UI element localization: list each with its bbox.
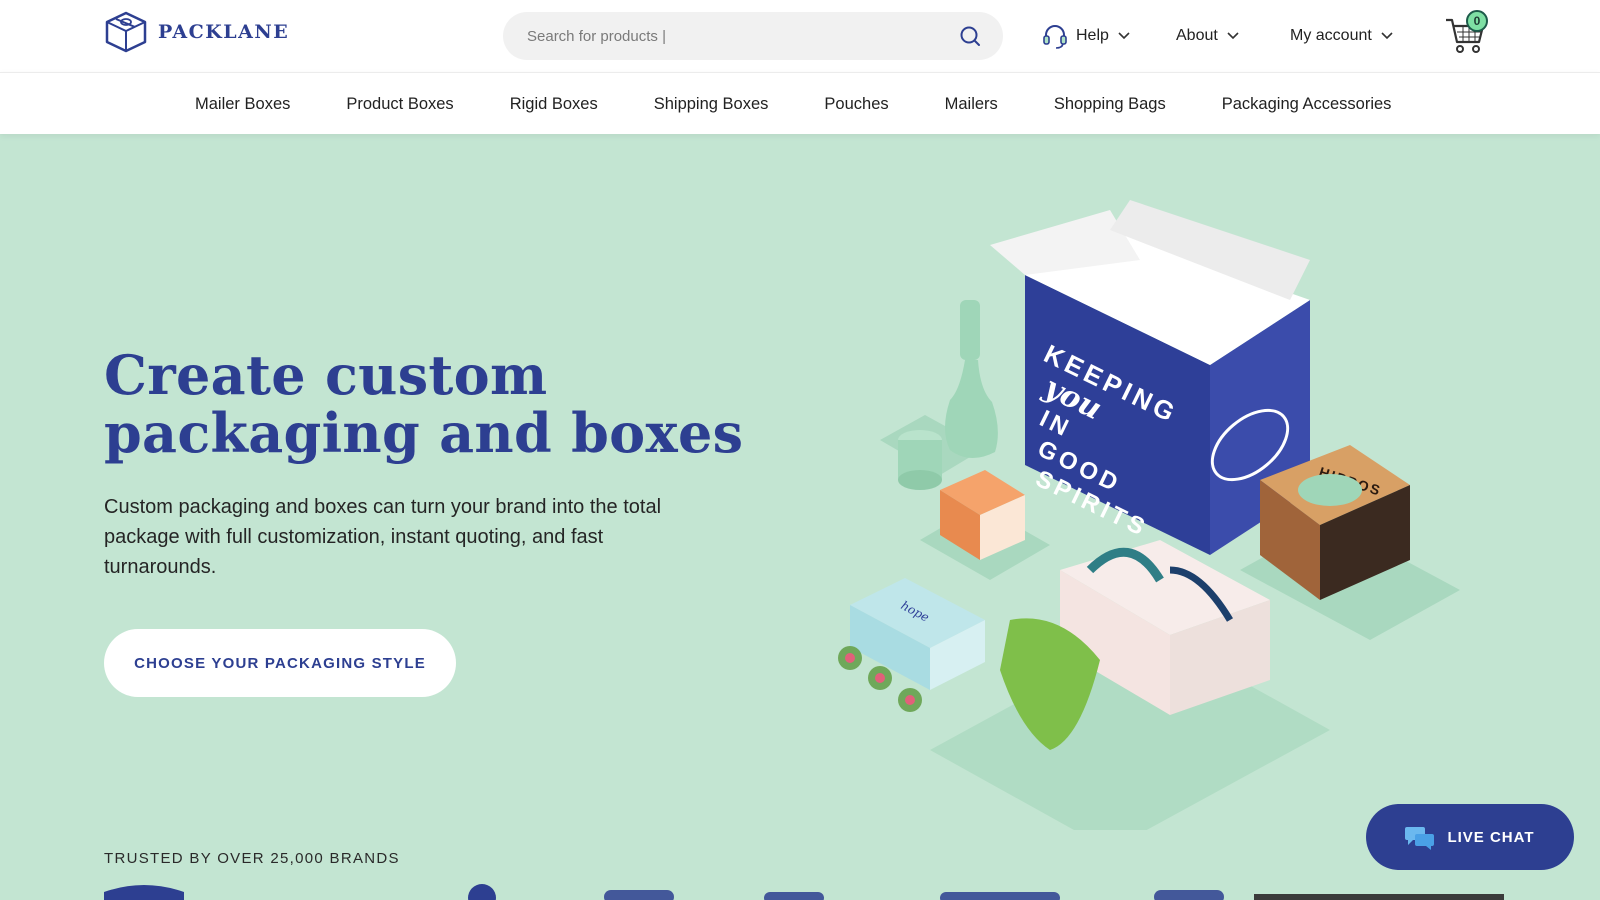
about-menu[interactable]: About [1176,0,1240,72]
category-mailers[interactable]: Mailers [945,95,998,114]
help-menu[interactable]: Help [1042,0,1131,72]
top-header: PACKLANE Help About My account [0,0,1600,72]
chat-bubbles-icon [1405,827,1435,850]
hero-title-line1: Create custom [104,343,548,407]
chevron-down-icon [1118,32,1130,40]
category-nav: Mailer Boxes Product Boxes Rigid Boxes S… [0,72,1600,134]
search-bar [503,12,1003,60]
packlane-logo[interactable]: PACKLANE [104,11,289,53]
about-label: About [1176,27,1218,44]
search-icon[interactable] [959,25,981,47]
trusted-by-label: TRUSTED BY OVER 25,000 BRANDS [104,850,400,867]
category-rigid-boxes[interactable]: Rigid Boxes [510,95,598,114]
chevron-down-icon [1381,32,1393,40]
hero-packaging-illustration: KEEPING you IN GOOD SPIRITS HIPPOS hope [838,200,1460,830]
cart-button[interactable]: 0 [1443,10,1489,56]
cart-count-badge: 0 [1466,10,1488,32]
live-chat-label: LIVE CHAT [1447,828,1535,846]
category-shopping-bags[interactable]: Shopping Bags [1054,95,1166,114]
category-packaging-accessories[interactable]: Packaging Accessories [1222,95,1392,114]
category-mailer-boxes[interactable]: Mailer Boxes [195,95,290,114]
hero-title-line2: packaging and boxes [104,401,744,465]
account-label: My account [1290,27,1372,44]
choose-packaging-style-button[interactable]: CHOOSE YOUR PACKAGING STYLE [104,629,456,697]
help-label: Help [1076,27,1109,44]
chevron-down-icon [1227,32,1239,40]
box-logo-icon [105,11,147,53]
search-input[interactable] [527,27,959,45]
brand-logos [104,884,1504,900]
brand-logo-strip [104,884,1504,900]
hero-subtitle: Custom packaging and boxes can turn your… [104,496,662,578]
hero-title: Create custom packaging and boxes [104,346,744,462]
brand-name: PACKLANE [158,21,290,43]
category-product-boxes[interactable]: Product Boxes [346,95,453,114]
category-shipping-boxes[interactable]: Shipping Boxes [654,95,769,114]
live-chat-button[interactable]: LIVE CHAT [1366,804,1574,870]
headset-icon [1043,25,1067,49]
category-pouches[interactable]: Pouches [824,95,888,114]
account-menu[interactable]: My account [1290,0,1394,72]
